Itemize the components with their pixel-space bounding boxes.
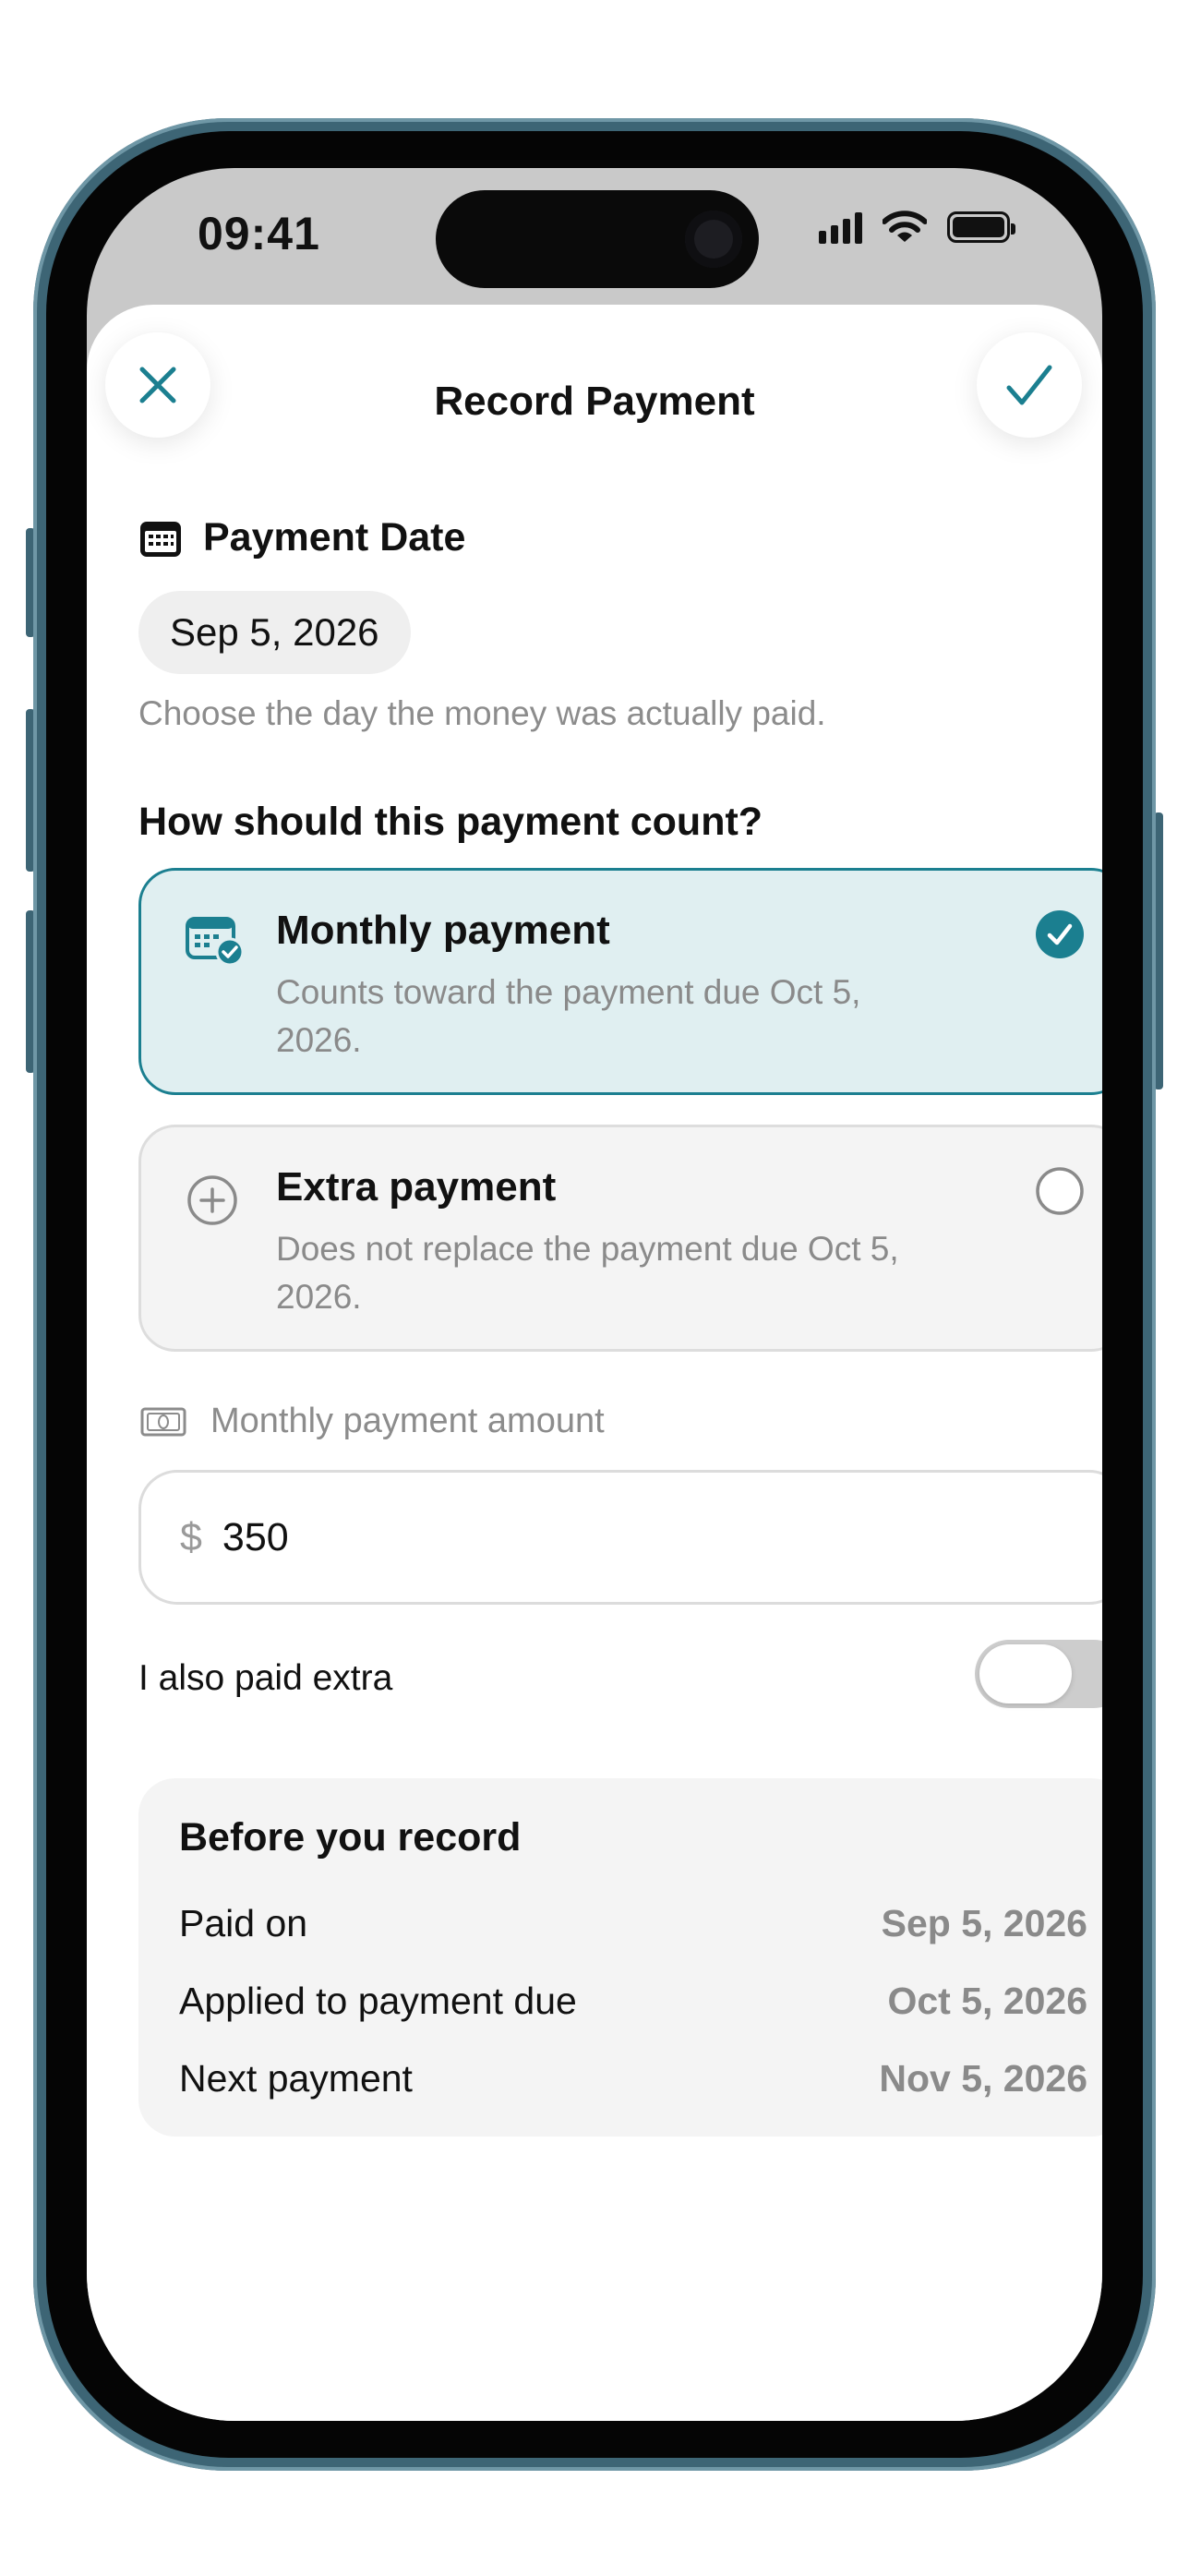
radio-checked-icon bbox=[1036, 910, 1084, 958]
phone-bezel: 09:41 Record Payment Payment Date Sep 5,… bbox=[46, 131, 1143, 2458]
option-extra-payment[interactable]: Extra payment Does not replace the payme… bbox=[138, 1125, 1102, 1352]
summary-row-label: Next payment bbox=[179, 2057, 413, 2100]
payment-date-label: Payment Date bbox=[203, 515, 466, 560]
option-description: Counts toward the payment due Oct 5, 202… bbox=[276, 973, 861, 1059]
radio-unchecked-icon bbox=[1036, 1167, 1084, 1215]
record-payment-sheet: Record Payment Payment Date Sep 5, 2026 … bbox=[87, 305, 1102, 2421]
paid-extra-label: I also paid extra bbox=[138, 1658, 393, 1698]
count-question: How should this payment count? bbox=[138, 800, 763, 844]
summary-row-value: Nov 5, 2026 bbox=[879, 2057, 1087, 2100]
cellular-signal-icon bbox=[819, 211, 862, 244]
amount-label-text: Monthly payment amount bbox=[210, 1402, 605, 1440]
plus-circle-icon bbox=[187, 1175, 237, 1225]
option-monthly-payment[interactable]: Monthly payment Counts toward the paymen… bbox=[138, 868, 1102, 1095]
checkmark-icon bbox=[1006, 365, 1052, 405]
summary-row: Applied to payment due Oct 5, 2026 bbox=[179, 1980, 1087, 2023]
paid-extra-toggle[interactable] bbox=[975, 1640, 1102, 1708]
payment-date-hint: Choose the day the money was actually pa… bbox=[138, 694, 826, 732]
phone-frame: 09:41 Record Payment Payment Date Sep 5,… bbox=[33, 118, 1156, 2471]
option-title: Monthly payment bbox=[276, 908, 610, 953]
summary-row: Next payment Nov 5, 2026 bbox=[179, 2057, 1087, 2101]
amount-label: Monthly payment amount bbox=[140, 1402, 605, 1441]
status-time: 09:41 bbox=[198, 208, 320, 259]
page-title: Record Payment bbox=[434, 379, 755, 424]
front-camera-icon bbox=[685, 211, 742, 268]
option-title: Extra payment bbox=[276, 1164, 557, 1210]
option-description: Does not replace the payment due Oct 5, … bbox=[276, 1230, 899, 1316]
phone-screen: 09:41 Record Payment Payment Date Sep 5,… bbox=[87, 168, 1102, 2421]
amount-input[interactable]: $ 350 bbox=[138, 1470, 1102, 1605]
status-icons bbox=[819, 211, 1015, 244]
currency-symbol: $ bbox=[180, 1514, 202, 1559]
banknote-icon bbox=[140, 1407, 186, 1436]
summary-row-value: Oct 5, 2026 bbox=[887, 1980, 1087, 2022]
payment-date-picker[interactable]: Sep 5, 2026 bbox=[138, 591, 411, 674]
confirm-button[interactable] bbox=[977, 332, 1082, 438]
toggle-knob bbox=[979, 1644, 1072, 1703]
summary-row-label: Applied to payment due bbox=[179, 1980, 577, 2022]
calendar-check-icon bbox=[186, 917, 245, 967]
summary-row: Paid on Sep 5, 2026 bbox=[179, 1902, 1087, 1945]
calendar-icon bbox=[140, 521, 181, 557]
summary-row-label: Paid on bbox=[179, 1902, 308, 1944]
dynamic-island bbox=[436, 190, 759, 288]
wifi-icon bbox=[883, 211, 927, 242]
payment-date-heading: Payment Date bbox=[138, 515, 465, 560]
amount-value: 350 bbox=[222, 1514, 289, 1559]
summary-title: Before you record bbox=[179, 1815, 522, 1860]
battery-icon bbox=[947, 211, 1015, 243]
summary-row-value: Sep 5, 2026 bbox=[881, 1902, 1087, 1944]
summary-card: Before you record Paid on Sep 5, 2026 Ap… bbox=[138, 1778, 1102, 2137]
